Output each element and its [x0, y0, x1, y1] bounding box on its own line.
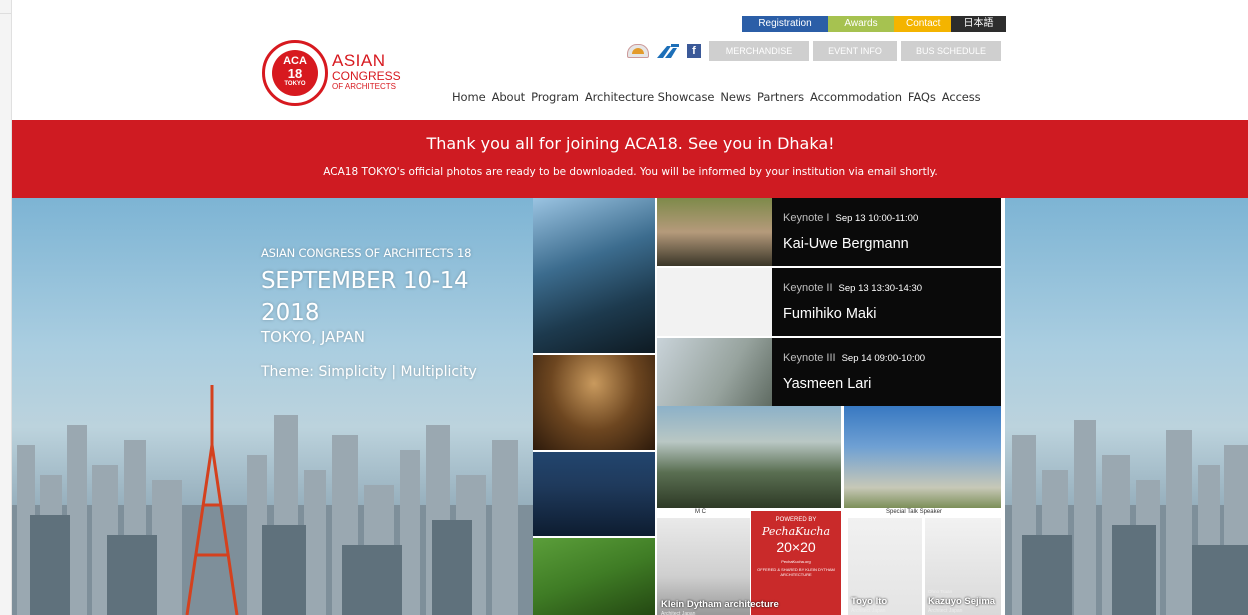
merchandise-button[interactable]: MERCHANDISE — [709, 41, 809, 61]
hero-theme: Theme: Simplicity | Multiplicity — [261, 364, 477, 380]
mc-name: Klein Dytham architecture — [661, 599, 779, 610]
keynote-label-1: Keynote I — [783, 212, 830, 224]
night-view-photo — [533, 452, 655, 536]
hero-year: 2018 — [261, 300, 320, 326]
logo-badge: ACA 18 TOKYO — [262, 40, 328, 106]
keynote-portrait-2 — [657, 268, 772, 336]
aca18-logo[interactable]: ACA 18 TOKYO ASIAN CONGRESS OF ARCHITECT… — [262, 40, 422, 108]
logo-name-line1: ASIAN — [332, 51, 386, 70]
nav-access[interactable]: Access — [942, 90, 981, 104]
logo-name-line3: OF ARCHITECTS — [332, 82, 397, 91]
special-talk-label: Special Talk Speaker — [886, 509, 942, 515]
nav-partners[interactable]: Partners — [757, 90, 804, 104]
conference-hall-photo — [533, 355, 655, 450]
keynote-date-2: Sep 13 13:30-14:30 — [838, 283, 923, 294]
nav-accommodation[interactable]: Accommodation — [810, 90, 902, 104]
keynote-card-1[interactable]: Keynote I Sep 13 10:00-11:00 Kai-Uwe Berg… — [657, 198, 1001, 266]
contact-tab[interactable]: Contact — [894, 16, 951, 32]
hero-location: TOKYO, JAPAN — [261, 328, 365, 346]
registration-tab[interactable]: Registration — [742, 16, 828, 32]
announcement-banner: Thank you all for joining ACA18. See you… — [12, 120, 1248, 198]
keynote-label-3: Keynote III — [783, 352, 836, 364]
keynote-title-2: Keynote II Sep 13 13:30-14:30 — [783, 282, 922, 294]
logo-badge-line3: TOKYO — [284, 81, 306, 87]
special-talk-speaker-2: Kazuyo Sejima — [928, 596, 996, 607]
nav-program[interactable]: Program — [531, 90, 579, 104]
pechakucha-powered-by: POWERED BY — [775, 517, 817, 523]
pechakucha-brand: PechaKucha — [761, 525, 831, 538]
keynote-speaker-3: Yasmeen Lari — [783, 376, 872, 392]
logo-name-line2: CONGRESS — [332, 69, 401, 83]
hero-text: ASIAN CONGRESS OF ARCHITECTS 18 SEPTEMBE… — [261, 246, 477, 380]
building-photo — [533, 198, 655, 353]
keynote-title-3: Keynote III Sep 14 09:00-10:00 — [783, 352, 925, 364]
special-talk-credit: Ohno Tsuan — [928, 589, 953, 594]
keynote-card-3[interactable]: Keynote III Sep 14 09:00-10:00 Yasmeen La… — [657, 338, 1001, 406]
nav-architecture-showcase[interactable]: Architecture Showcase — [585, 90, 715, 104]
arcasia-icon[interactable] — [627, 44, 649, 58]
nav-about[interactable]: About — [492, 90, 526, 104]
banner-subline: ACA18 TOKYO's official photos are ready … — [323, 166, 938, 178]
nav-news[interactable]: News — [720, 90, 751, 104]
main-nav: Home About Program Architecture Showcase… — [452, 90, 981, 104]
pechakucha-tagline: OFFERED & SHARED BY KLEIN DYTHAM ARCHITE… — [757, 567, 835, 577]
special-talk-speaker-1: Toyo Ito — [851, 596, 888, 607]
site-header: Registration Awards Contact 日本語 ACA 18 T… — [12, 14, 1248, 120]
garden-photo — [533, 538, 655, 615]
architecture-institute-icon[interactable] — [657, 44, 679, 58]
tower-building-photo — [844, 406, 1001, 508]
keynote-label-2: Keynote II — [783, 282, 833, 294]
event-info-button[interactable]: EVENT INFO — [813, 41, 897, 61]
special-talk-role-2: Architect Japan — [928, 608, 963, 614]
hero-section: ASIAN CONGRESS OF ARCHITECTS 18 SEPTEMBE… — [12, 198, 1248, 615]
keynote-portrait-3 — [657, 338, 772, 406]
banner-headline: Thank you all for joining ACA18. See you… — [426, 134, 835, 153]
special-talk-role-1: Architect Japan — [851, 608, 886, 614]
museum-photo — [657, 406, 841, 508]
top-tabs: Registration Awards Contact 日本語 — [742, 16, 1006, 32]
logo-wordmark: ASIAN CONGRESS OF ARCHITECTS — [332, 52, 401, 91]
keynote-date-1: Sep 13 10:00-11:00 — [835, 213, 919, 224]
mc-label: M C — [695, 509, 706, 515]
partner-icons: f — [627, 41, 701, 61]
nav-home[interactable]: Home — [452, 90, 486, 104]
nav-faqs[interactable]: FAQs — [908, 90, 936, 104]
mc-block[interactable]: M C POWERED BY PechaKucha 20×20 PechaKuc… — [657, 508, 841, 615]
logo-badge-line2: 18 — [287, 66, 303, 81]
keynote-speaker-2: Fumihiko Maki — [783, 306, 877, 322]
awards-tab[interactable]: Awards — [828, 16, 894, 32]
logo-badge-inner: ACA 18 TOKYO — [272, 50, 318, 96]
page: Registration Awards Contact 日本語 ACA 18 T… — [11, 0, 1248, 615]
hero-event-name: ASIAN CONGRESS OF ARCHITECTS 18 — [261, 246, 472, 260]
keynote-date-3: Sep 14 09:00-10:00 — [841, 353, 926, 364]
facebook-icon[interactable]: f — [687, 44, 701, 58]
pechakucha-format: 20×20 — [776, 539, 816, 555]
special-talk-block[interactable]: Special Talk Speaker Ohno Tsuan Toyo Ito… — [844, 508, 1001, 615]
japanese-language-tab[interactable]: 日本語 — [951, 16, 1006, 32]
keynote-title-1: Keynote I Sep 13 10:00-11:00 — [783, 212, 918, 224]
pechakucha-site: PechaKucha.org — [781, 559, 811, 564]
mc-role: Architect Japan — [661, 611, 696, 615]
speaker-collage: Keynote I Sep 13 10:00-11:00 Kai-Uwe Berg… — [533, 198, 1005, 615]
keynote-speaker-1: Kai-Uwe Bergmann — [783, 236, 909, 252]
secondary-buttons: MERCHANDISE EVENT INFO BUS SCHEDULE — [709, 41, 1001, 61]
bus-schedule-button[interactable]: BUS SCHEDULE — [901, 41, 1001, 61]
hero-dates: SEPTEMBER 10-14 — [261, 268, 469, 294]
keynote-portrait-1 — [657, 198, 772, 266]
keynote-card-2[interactable]: Keynote II Sep 13 13:30-14:30 Fumihiko Ma… — [657, 268, 1001, 336]
